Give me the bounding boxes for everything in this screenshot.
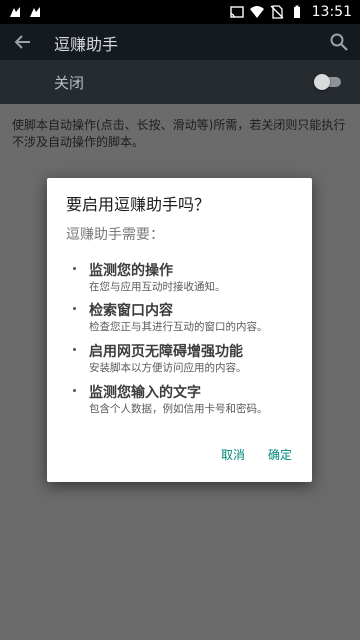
service-description: 使脚本自动操作(点击、长按、滑动等)所需，若关闭则只能执行不涉及自动操作的脚本。 xyxy=(12,118,346,149)
dialog-title: 要启用逗赚助手吗？ xyxy=(66,195,211,214)
status-bar: 13:51 xyxy=(0,0,360,24)
battery-icon xyxy=(293,5,300,18)
dialog-subtitle: 逗赚助手需要： xyxy=(66,227,164,243)
back-arrow-icon[interactable] xyxy=(12,31,34,53)
status-left xyxy=(8,5,42,19)
bullet xyxy=(73,348,76,351)
wifi-icon xyxy=(249,6,264,18)
toggle-thumb xyxy=(314,74,330,90)
permission-description: 检查您正与其进行互动的窗口的内容。 xyxy=(89,321,268,333)
accessibility-toggle[interactable] xyxy=(314,74,342,90)
permission-description: 包含个人数据，例如信用卡号和密码。 xyxy=(89,403,268,415)
bullet xyxy=(73,389,76,392)
status-right: 13:51 xyxy=(229,4,352,20)
permission-description: 在您与应用互动时接收通知。 xyxy=(89,281,226,293)
no-sim-icon xyxy=(270,5,284,19)
bullet xyxy=(73,307,76,310)
cast-icon xyxy=(229,6,244,18)
permission-title: 监测您的操作 xyxy=(89,263,173,279)
search-icon[interactable] xyxy=(328,31,350,53)
permission-description: 安装脚本以方便访问应用的内容。 xyxy=(89,362,247,374)
page-title: 逗赚助手 xyxy=(54,35,119,54)
permission-title: 监测您输入的文字 xyxy=(89,385,201,401)
notification-icon xyxy=(30,7,40,17)
master-switch-bar[interactable]: 关闭 xyxy=(0,60,360,104)
bullet xyxy=(73,267,76,270)
clock: 13:51 xyxy=(311,4,352,20)
cancel-button[interactable]: 取消 xyxy=(221,446,245,463)
permission-title: 启用网页无障碍增强功能 xyxy=(89,344,243,360)
ok-button[interactable]: 确定 xyxy=(268,446,292,463)
notification-icon xyxy=(10,7,20,17)
permission-title: 检索窗口内容 xyxy=(89,303,173,319)
enable-service-dialog: 要启用逗赚助手吗？ 逗赚助手需要： 监测您的操作 在您与应用互动时接收通知。 检… xyxy=(47,178,312,482)
app-bar: 逗赚助手 xyxy=(0,24,360,60)
switch-label: 关闭 xyxy=(54,74,85,92)
